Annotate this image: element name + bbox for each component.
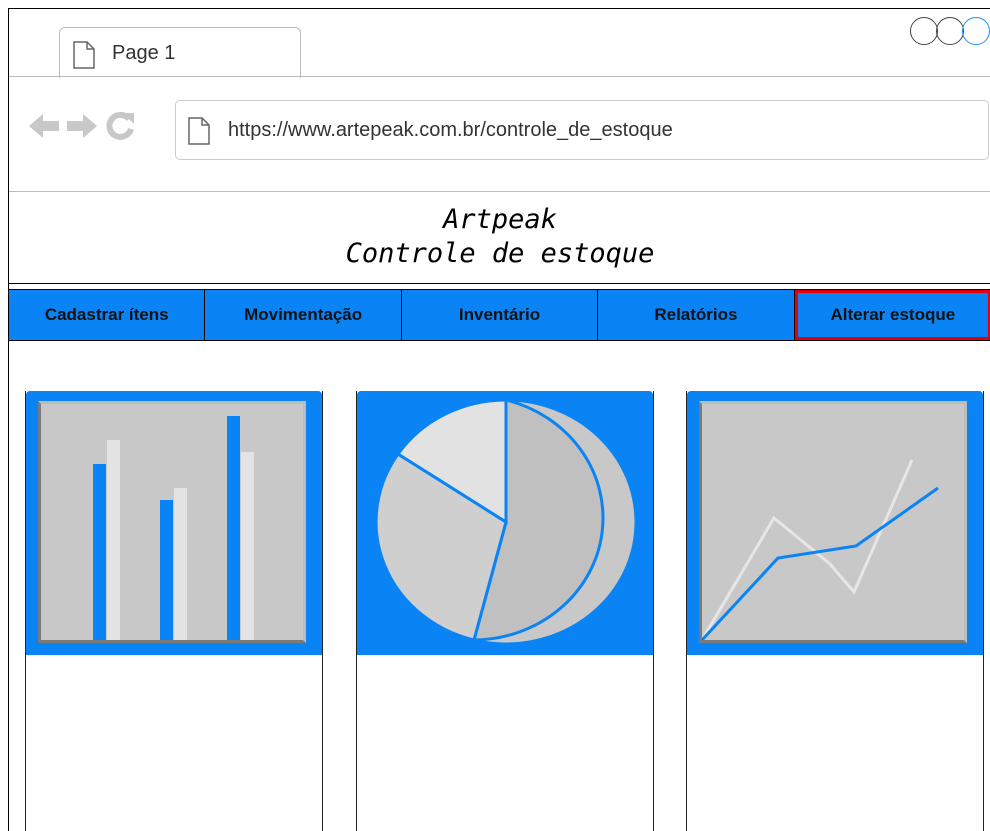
- tab-label: Page 1: [112, 42, 176, 64]
- window-button-icon[interactable]: [910, 17, 938, 45]
- browser-tab[interactable]: Page 1: [59, 27, 301, 78]
- address-bar[interactable]: https://www.artepeak.com.br/controle_de_…: [175, 100, 989, 160]
- card-image: [357, 391, 653, 655]
- card-image: [26, 391, 322, 655]
- menu-item-alterar-estoque[interactable]: Alterar estoque: [794, 290, 990, 340]
- chrome-divider: [9, 191, 990, 192]
- header-divider: [9, 283, 990, 284]
- menu-item-relatorios[interactable]: Relatórios: [598, 290, 795, 340]
- app-title: Artpeak: [443, 204, 557, 235]
- reload-icon[interactable]: [103, 109, 137, 143]
- back-arrow-icon[interactable]: [27, 109, 61, 143]
- main-menu: Cadastrar ítens Movimentação Inventário …: [9, 289, 990, 341]
- line-chart-icon: [699, 401, 967, 643]
- bar-chart-icon: [38, 401, 306, 643]
- report-card-bar[interactable]: [25, 391, 323, 831]
- report-card-pie[interactable]: [356, 391, 654, 831]
- menu-item-movimentacao[interactable]: Movimentação: [205, 290, 402, 340]
- page-icon: [73, 41, 95, 69]
- navigation-buttons: [27, 109, 137, 143]
- menu-item-cadastrar-itens[interactable]: Cadastrar ítens: [9, 290, 206, 340]
- page-icon: [188, 117, 210, 145]
- tab-divider: [9, 76, 990, 77]
- app-subtitle: Controle de estoque: [345, 238, 655, 269]
- window-button-icon[interactable]: [936, 17, 964, 45]
- pie-chart-icon: [374, 398, 638, 646]
- browser-window: Page 1 https://www.artepeak.com.br/contr…: [8, 8, 990, 831]
- window-button-icon[interactable]: [962, 17, 990, 45]
- window-controls: [910, 17, 990, 45]
- url-text: https://www.artepeak.com.br/controle_de_…: [228, 119, 673, 141]
- forward-arrow-icon[interactable]: [65, 109, 99, 143]
- card-image: [687, 391, 983, 655]
- report-card-line[interactable]: [686, 391, 984, 831]
- menu-item-inventario[interactable]: Inventário: [402, 290, 599, 340]
